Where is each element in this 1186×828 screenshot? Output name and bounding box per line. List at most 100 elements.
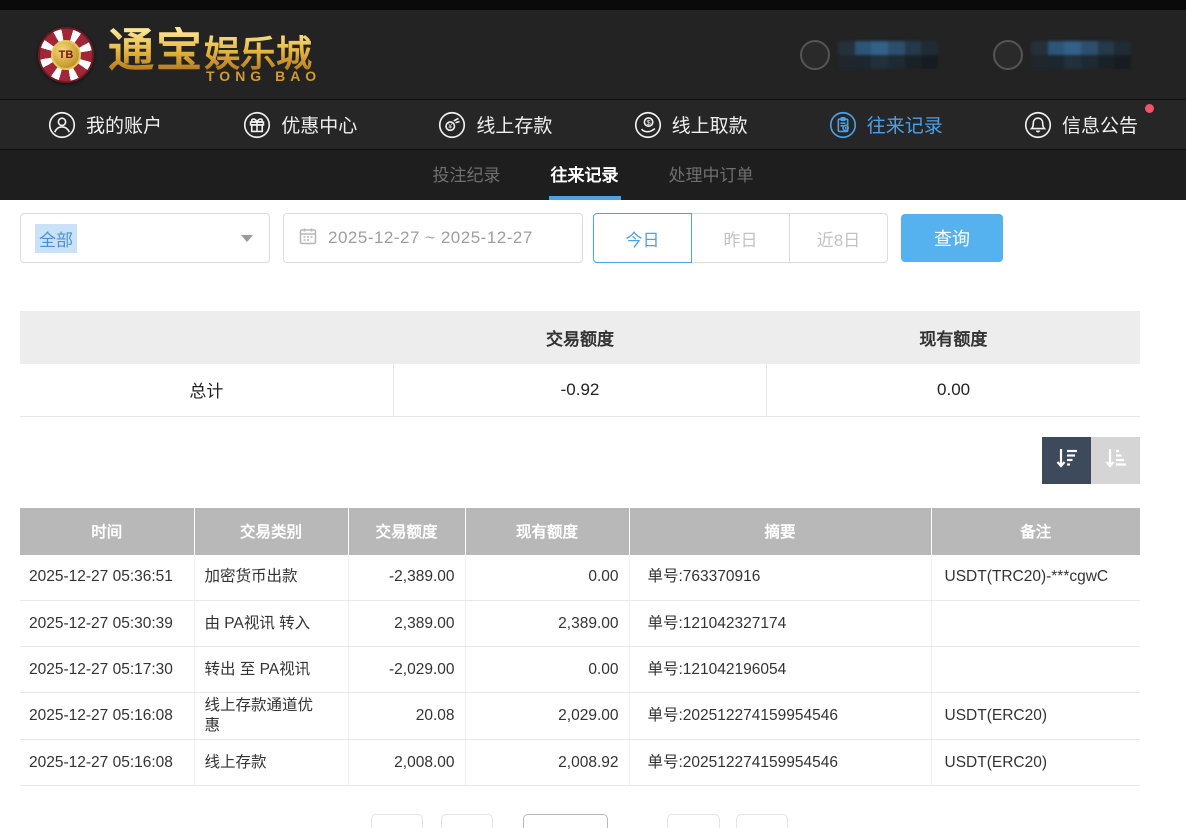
pagination (20, 814, 1140, 828)
sub-nav: 投注纪录 往来记录 处理中订单 (0, 150, 1186, 200)
redacted-text-block (1031, 41, 1131, 69)
nav-item-promotions[interactable]: 优惠中心 (243, 111, 357, 139)
quick-date-yesterday[interactable]: 昨日 (691, 213, 790, 263)
user-icon (48, 111, 76, 139)
col-header-type: 交易类别 (194, 508, 348, 555)
cell-transaction-amount: -2,389.00 (348, 555, 465, 601)
chip-monogram: TB (51, 40, 81, 70)
cell-remark (931, 601, 1140, 647)
notification-dot (1145, 104, 1154, 113)
summary-table: 交易额度 现有额度 总计 -0.92 0.00 (20, 311, 1140, 417)
pagination-button[interactable] (667, 814, 720, 828)
nav-item-announcements[interactable]: 信息公告 (1024, 111, 1138, 139)
pagination-page-select[interactable] (523, 814, 608, 828)
quick-date-today[interactable]: 今日 (593, 213, 692, 263)
pagination-button[interactable] (736, 814, 788, 828)
summary-current-amount: 0.00 (767, 364, 1140, 416)
nav-item-withdraw[interactable]: $ 线上取款 (634, 111, 748, 139)
cell-type: 转出 至 PA视讯 (194, 647, 348, 693)
casino-chip-icon: TB (38, 27, 94, 83)
records-table: 时间 交易类别 交易额度 现有额度 摘要 备注 2025-12-27 05:36… (20, 508, 1140, 787)
redacted-text-block (838, 41, 938, 69)
chevron-down-icon (241, 235, 253, 242)
cell-current-amount: 2,389.00 (465, 601, 629, 647)
table-row: 2025-12-27 05:16:08 线上存款 2,008.00 2,008.… (20, 740, 1140, 786)
logo-title-big: 通宝 (108, 24, 204, 76)
nav-item-label: 线上取款 (672, 111, 748, 138)
gift-icon (243, 111, 271, 139)
cell-current-amount: 2,029.00 (465, 693, 629, 740)
user-area (800, 40, 1131, 70)
cell-remark: USDT(ERC20) (931, 693, 1140, 740)
tab-transaction-records[interactable]: 往来记录 (549, 150, 621, 200)
cell-remark: USDT(TRC20)-***cgwC (931, 555, 1140, 601)
col-header-transaction-amount: 交易额度 (348, 508, 465, 555)
col-header-time: 时间 (20, 508, 194, 555)
summary-total-label: 总计 (20, 364, 393, 416)
page-content: 全部 2025-12-27 ~ 2025-12-27 今日 昨日 近8日 查询 (0, 200, 1186, 828)
nav-item-label: 我的账户 (86, 111, 162, 138)
summary-transaction-amount: -0.92 (393, 364, 766, 416)
cell-type: 线上存款 (194, 740, 348, 786)
cell-type: 由 PA视讯 转入 (194, 601, 348, 647)
col-header-current-amount: 现有额度 (465, 508, 629, 555)
table-row: 2025-12-27 05:30:39 由 PA视讯 转入 2,389.00 2… (20, 601, 1140, 647)
cell-time: 2025-12-27 05:16:08 (20, 740, 194, 786)
cell-time: 2025-12-27 05:36:51 (20, 555, 194, 601)
cell-transaction-amount: 20.08 (348, 693, 465, 740)
date-range-value: 2025-12-27 ~ 2025-12-27 (328, 228, 533, 248)
top-strip (0, 0, 1186, 10)
nav-item-deposit[interactable]: ¥ 线上存款 (438, 111, 552, 139)
cell-transaction-amount: 2,389.00 (348, 601, 465, 647)
avatar-icon (800, 40, 830, 70)
col-header-remark: 备注 (931, 508, 1140, 555)
cell-current-amount: 0.00 (465, 555, 629, 601)
cell-transaction-amount: -2,029.00 (348, 647, 465, 693)
filter-row: 全部 2025-12-27 ~ 2025-12-27 今日 昨日 近8日 查询 (20, 213, 1186, 263)
cell-time: 2025-12-27 05:17:30 (20, 647, 194, 693)
nav-item-label: 优惠中心 (281, 111, 357, 138)
pagination-button[interactable] (441, 814, 493, 828)
nav-item-my-account[interactable]: 我的账户 (48, 111, 162, 139)
sort-descending-button[interactable] (1042, 437, 1091, 484)
col-header-summary: 摘要 (629, 508, 931, 555)
cell-type: 线上存款通道优惠 (194, 693, 348, 740)
nav-item-label: 信息公告 (1062, 111, 1138, 138)
cell-remark (931, 647, 1140, 693)
cell-summary: 单号:121042327174 (629, 601, 931, 647)
search-button[interactable]: 查询 (901, 214, 1003, 262)
cell-current-amount: 2,008.92 (465, 740, 629, 786)
cell-time: 2025-12-27 05:16:08 (20, 693, 194, 740)
cell-summary: 单号:121042196054 (629, 647, 931, 693)
logo-subtitle: TONG BAO (206, 69, 321, 83)
records-header-row: 时间 交易类别 交易额度 现有额度 摘要 备注 (20, 508, 1140, 555)
redacted-balance-info[interactable] (993, 40, 1131, 70)
nav-item-transaction-records[interactable]: 往来记录 (829, 111, 943, 139)
redacted-user-info[interactable] (800, 40, 938, 70)
svg-text:¥: ¥ (449, 123, 453, 130)
sort-ascending-button[interactable] (1091, 437, 1140, 484)
brand-logo[interactable]: TB 通宝娱乐城 TONG BAO (38, 27, 321, 83)
bell-icon (1024, 111, 1052, 139)
cell-transaction-amount: 2,008.00 (348, 740, 465, 786)
tab-bet-records[interactable]: 投注纪录 (431, 150, 503, 200)
site-header: TB 通宝娱乐城 TONG BAO (0, 10, 1186, 100)
logo-text: 通宝娱乐城 TONG BAO (108, 27, 321, 83)
nav-item-label: 往来记录 (867, 111, 943, 138)
quick-date-last8days[interactable]: 近8日 (789, 213, 888, 263)
table-row: 2025-12-27 05:16:08 线上存款通道优惠 20.08 2,029… (20, 693, 1140, 740)
summary-row: 总计 -0.92 0.00 (20, 364, 1140, 416)
summary-header-transaction: 交易额度 (393, 311, 766, 364)
table-row: 2025-12-27 05:17:30 转出 至 PA视讯 -2,029.00 … (20, 647, 1140, 693)
summary-header-blank (20, 311, 393, 364)
pagination-button[interactable] (371, 814, 423, 828)
main-nav: 我的账户 优惠中心 ¥ 线上存款 $ 线上取款 (0, 100, 1186, 150)
tab-pending-orders[interactable]: 处理中订单 (667, 150, 756, 200)
type-select[interactable]: 全部 (20, 213, 270, 263)
cell-time: 2025-12-27 05:30:39 (20, 601, 194, 647)
sort-controls (20, 437, 1140, 484)
date-range-picker[interactable]: 2025-12-27 ~ 2025-12-27 (283, 213, 583, 263)
nav-item-label: 线上存款 (476, 111, 552, 138)
cell-summary: 单号:202512274159954546 (629, 693, 931, 740)
table-row: 2025-12-27 05:36:51 加密货币出款 -2,389.00 0.0… (20, 555, 1140, 601)
